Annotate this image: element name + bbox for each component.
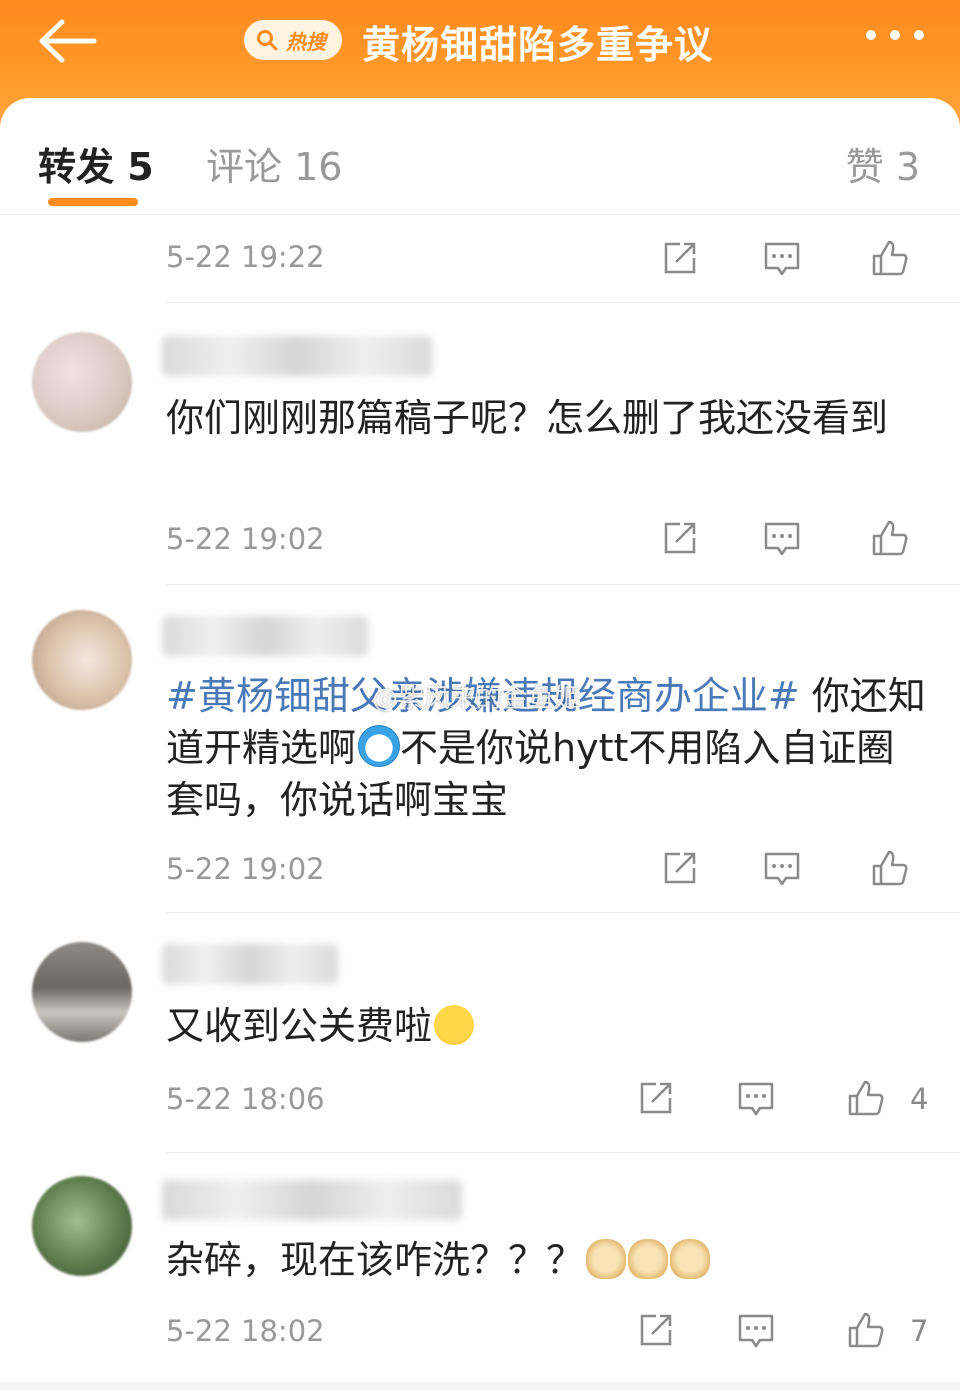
divider	[166, 584, 960, 585]
like-icon[interactable]	[870, 518, 910, 558]
share-icon[interactable]	[660, 848, 700, 888]
arrow-left-icon[interactable]	[36, 18, 100, 64]
timestamp: 5-22 19:22	[166, 240, 325, 274]
tab-reposts[interactable]: 转发 5	[38, 136, 154, 191]
divider	[166, 1152, 960, 1153]
doraemon-emoji	[358, 725, 401, 767]
share-icon[interactable]	[636, 1078, 676, 1118]
avatar[interactable]	[32, 610, 132, 710]
ellipsis-icon[interactable]	[866, 30, 924, 40]
comment-text: 又收到公关费啦	[166, 1000, 926, 1052]
doge-emoji	[628, 1239, 669, 1279]
timestamp: 5-22 18:02	[166, 1314, 325, 1348]
tab-bar: 转发 5 评论 16 赞 3	[0, 98, 960, 215]
like-count: 7	[910, 1314, 929, 1348]
comment-icon[interactable]	[762, 518, 802, 558]
avatar[interactable]	[32, 332, 132, 432]
active-tab-indicator	[48, 198, 138, 206]
doge-emoji	[670, 1239, 711, 1279]
doge-emoji	[586, 1239, 627, 1279]
share-icon[interactable]	[636, 1310, 676, 1350]
comment-icon[interactable]	[736, 1310, 776, 1350]
page-title: 黄杨钿甜陷多重争议	[362, 23, 714, 67]
comment-text: 杂碎，现在该咋洗？？？	[166, 1234, 926, 1286]
like-icon[interactable]	[846, 1078, 886, 1118]
search-icon	[257, 30, 278, 51]
divider	[166, 912, 960, 913]
timestamp: 5-22 19:02	[166, 852, 325, 886]
avatar[interactable]	[32, 942, 132, 1042]
watermark: @紫风来的金鱼姬	[372, 684, 581, 714]
username-blurred[interactable]	[162, 1180, 462, 1220]
comment-icon[interactable]	[762, 848, 802, 888]
hot-search-badge[interactable]: 热搜	[244, 20, 342, 60]
like-count: 4	[910, 1082, 929, 1116]
username-blurred[interactable]	[162, 944, 338, 984]
bottom-edge	[0, 1382, 960, 1390]
divider	[166, 302, 960, 303]
share-icon[interactable]	[660, 518, 700, 558]
timestamp: 5-22 18:06	[166, 1082, 325, 1116]
avatar[interactable]	[32, 1176, 132, 1276]
hot-badge-label: 热搜	[286, 29, 326, 54]
username-blurred[interactable]	[162, 616, 368, 656]
timestamp: 5-22 19:02	[166, 522, 325, 556]
comment-icon[interactable]	[736, 1078, 776, 1118]
username-blurred[interactable]	[162, 336, 432, 376]
tab-comments[interactable]: 评论 16	[206, 136, 342, 191]
like-icon[interactable]	[846, 1310, 886, 1350]
like-icon[interactable]	[870, 848, 910, 888]
comment-text: 你们刚刚那篇稿子呢？怎么删了我还没看到	[166, 396, 889, 440]
tongue-emoji	[434, 1005, 475, 1045]
like-icon[interactable]	[870, 238, 910, 278]
comment-icon[interactable]	[762, 238, 802, 278]
tab-likes[interactable]: 赞 3	[846, 136, 920, 191]
share-icon[interactable]	[660, 238, 700, 278]
